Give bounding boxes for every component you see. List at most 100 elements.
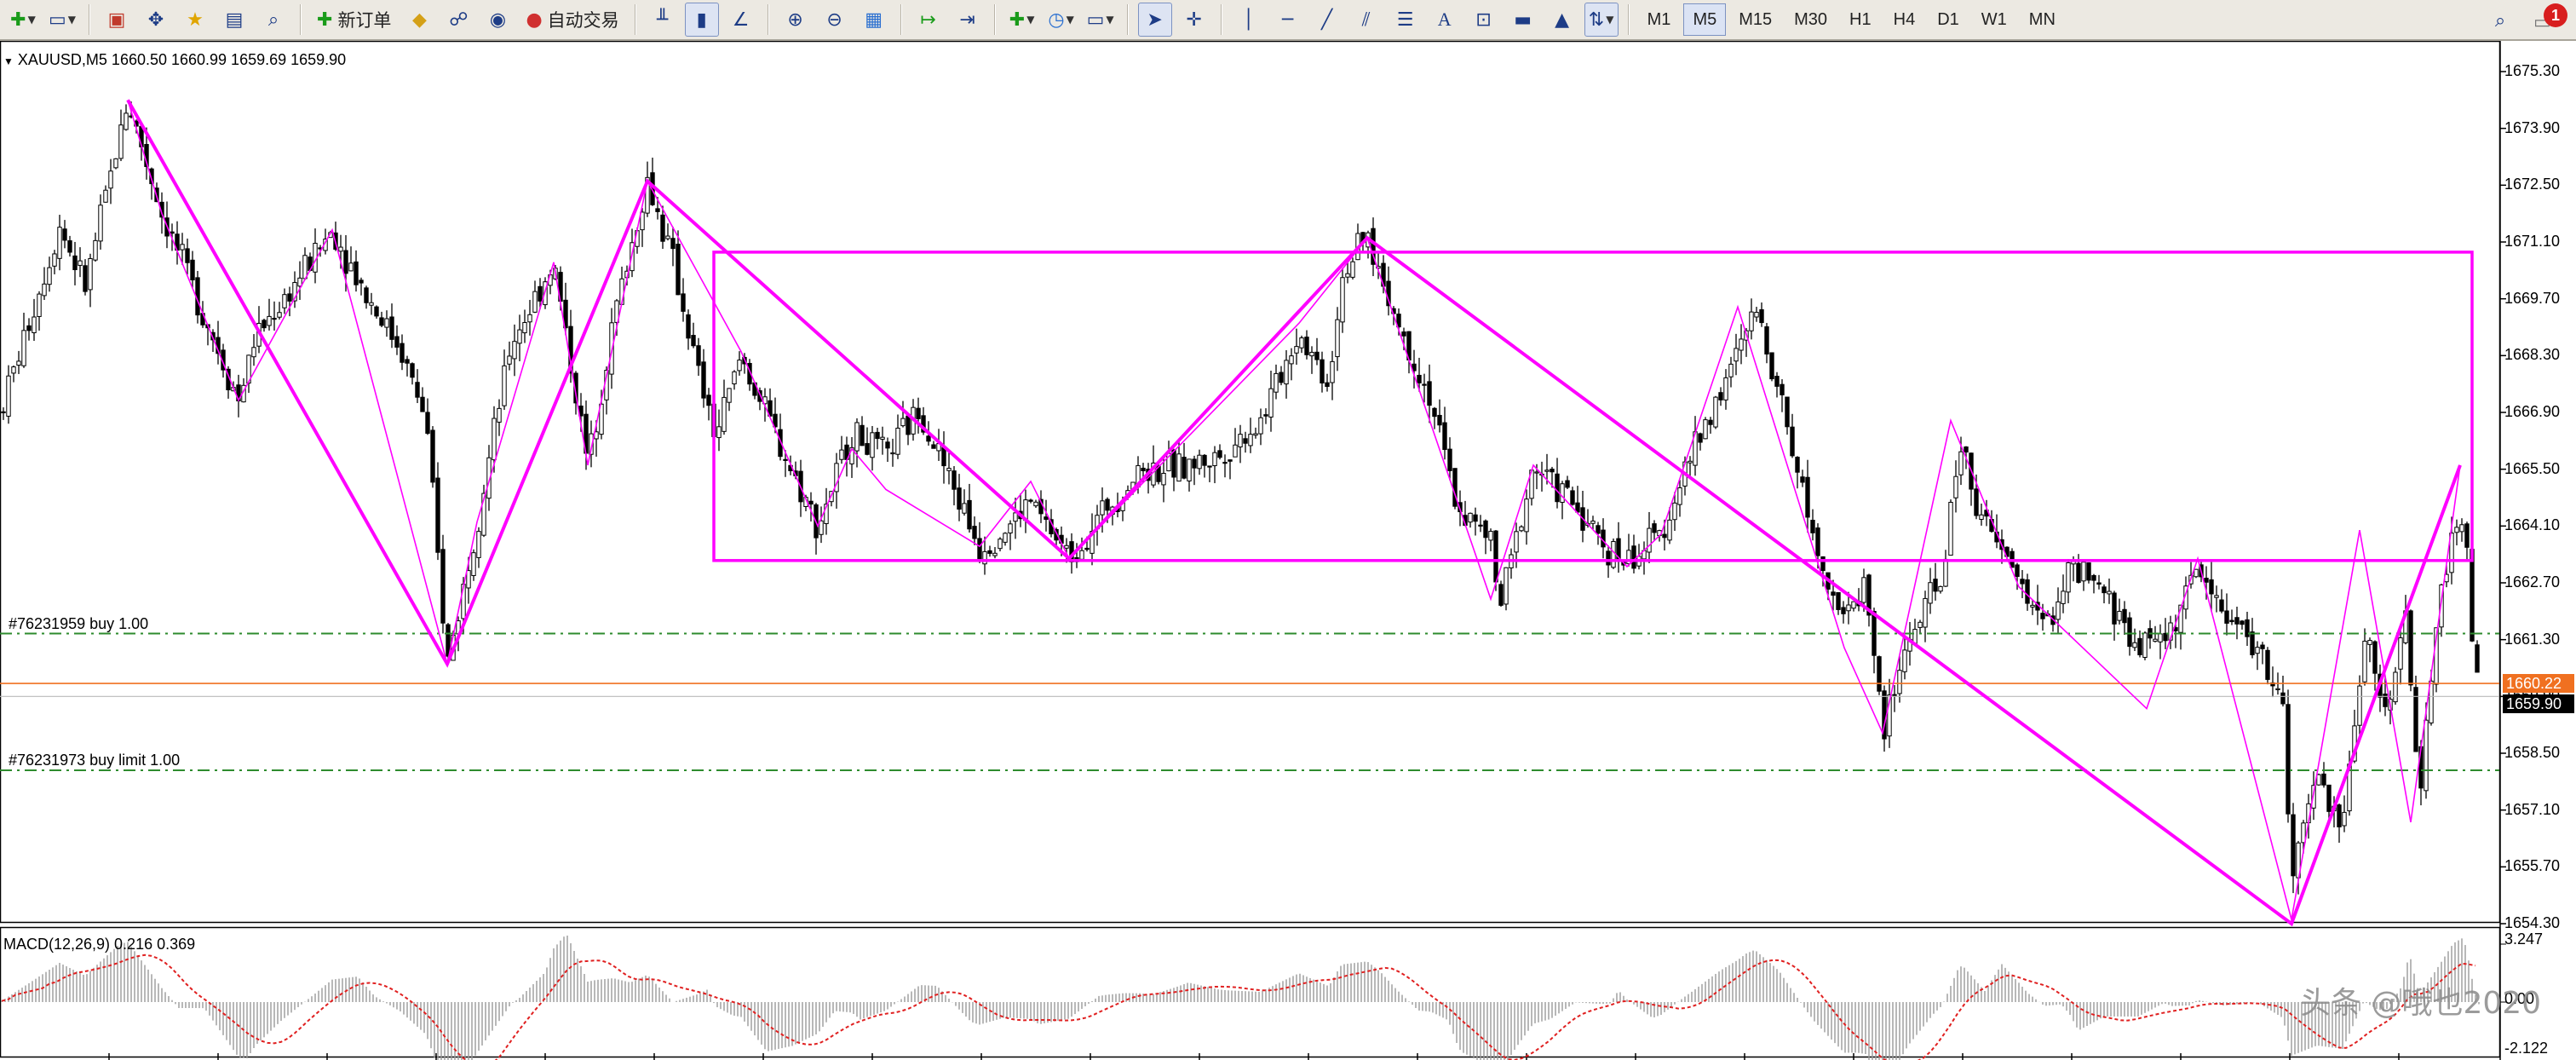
candlestick bbox=[1616, 521, 1621, 573]
terminal-button[interactable]: ▤ bbox=[217, 3, 251, 37]
auto-trading-button[interactable]: ● 自动交易 bbox=[520, 3, 624, 37]
candlestick bbox=[267, 298, 272, 331]
candle-body bbox=[2291, 814, 2296, 877]
line-chart-button[interactable]: ∠ bbox=[724, 3, 758, 37]
candlestick bbox=[1, 407, 6, 420]
candlestick bbox=[1422, 373, 1427, 403]
horizontal-line-button[interactable]: ─ bbox=[1271, 3, 1305, 37]
auto-scroll-button[interactable]: ↦ bbox=[911, 3, 946, 37]
candlestick bbox=[1509, 548, 1514, 579]
strategy-tester-button[interactable]: ⌕ bbox=[256, 3, 290, 37]
candle-body bbox=[1238, 434, 1243, 448]
candle-body bbox=[2204, 578, 2209, 583]
candle-body bbox=[26, 325, 32, 331]
timeframe-h1[interactable]: H1 bbox=[1840, 3, 1881, 36]
arrows-icon: ⇅ bbox=[1588, 9, 1605, 31]
candle-body bbox=[124, 112, 129, 130]
bar-chart-button[interactable]: ╨ bbox=[646, 3, 680, 37]
candle-body bbox=[1795, 457, 1800, 473]
timeframe-m30[interactable]: M30 bbox=[1785, 3, 1837, 36]
metaeditor-button[interactable]: ◆ bbox=[402, 3, 436, 37]
cursor-button[interactable]: ➤ bbox=[1137, 3, 1172, 37]
candlestick-button[interactable]: ▮ bbox=[684, 3, 719, 37]
chevron-down-icon: ▼ bbox=[1066, 14, 1074, 26]
candle-body bbox=[2158, 633, 2163, 642]
candle-body bbox=[1938, 585, 1943, 592]
candle-body bbox=[517, 329, 522, 344]
zoom-in-button[interactable]: ⊕ bbox=[779, 3, 813, 37]
candle-body bbox=[532, 291, 538, 313]
timeframe-h4[interactable]: H4 bbox=[1884, 3, 1925, 36]
candle-body bbox=[1953, 475, 1958, 498]
chart-window[interactable]: ▼ XAUUSD,M5 1660.50 1660.99 1659.69 1659… bbox=[0, 41, 2576, 1060]
drawn-objects[interactable] bbox=[0, 99, 2499, 927]
candle-body bbox=[681, 293, 686, 312]
text-button[interactable]: A bbox=[1428, 3, 1462, 37]
templates-button[interactable]: ▭ ▼ bbox=[1084, 3, 1118, 37]
text-label-button[interactable]: ⊡ bbox=[1467, 3, 1501, 37]
candlestick bbox=[2265, 647, 2270, 685]
candlestick bbox=[1979, 504, 1984, 526]
timeframe-m5[interactable]: M5 bbox=[1683, 3, 1727, 36]
candlestick bbox=[2464, 521, 2470, 560]
notifications-button[interactable]: ▭ 1 bbox=[2533, 3, 2567, 37]
candlestick bbox=[895, 414, 900, 459]
candlestick bbox=[1764, 323, 1769, 364]
candle-body bbox=[660, 214, 665, 242]
chart-shift-button[interactable]: ⇥ bbox=[951, 3, 985, 37]
candle-body bbox=[890, 452, 895, 455]
search-button[interactable]: ⌕ bbox=[2483, 3, 2517, 37]
candlestick bbox=[681, 278, 686, 322]
candle-body bbox=[410, 363, 415, 378]
candle-body bbox=[98, 205, 103, 242]
candlestick bbox=[185, 239, 190, 275]
candlestick bbox=[93, 232, 98, 262]
trendline-button[interactable]: ╱ bbox=[1310, 3, 1344, 37]
profiles-button[interactable]: ▭ ▼ bbox=[45, 3, 79, 37]
candle-body bbox=[2102, 586, 2107, 594]
candlestick bbox=[1437, 399, 1442, 433]
vertical-line-button[interactable]: │ bbox=[1232, 3, 1266, 37]
fibonacci-button[interactable]: ☰ bbox=[1389, 3, 1423, 37]
order-label: #76231973 buy limit 1.00 bbox=[9, 752, 181, 769]
candle-body bbox=[2408, 610, 2413, 686]
candle-body bbox=[37, 293, 42, 317]
timeframe-d1[interactable]: D1 bbox=[1928, 3, 1969, 36]
candlestick bbox=[1565, 475, 1570, 489]
price-chart[interactable] bbox=[0, 41, 2576, 1060]
triangle-button[interactable]: ▲ bbox=[1545, 3, 1579, 37]
equidistant-channel-button[interactable]: ⫽ bbox=[1349, 3, 1383, 37]
navigator-button[interactable]: ★ bbox=[178, 3, 212, 37]
candlestick bbox=[1519, 525, 1524, 533]
candlestick bbox=[716, 409, 722, 452]
candlestick bbox=[1647, 511, 1652, 564]
crosshair-button[interactable]: ✛ bbox=[1177, 3, 1211, 37]
candle-body bbox=[1688, 460, 1693, 464]
indicators-button[interactable]: ✚ ▼ bbox=[1005, 3, 1039, 37]
timeframe-mn[interactable]: MN bbox=[2020, 3, 2065, 36]
auto-scroll-icon: ↦ bbox=[920, 9, 936, 31]
candle-body bbox=[926, 435, 931, 442]
new-order-button[interactable]: ✚ 新订单 bbox=[311, 3, 397, 37]
rectangle-button[interactable]: ▬ bbox=[1506, 3, 1540, 37]
zoom-out-button[interactable]: ⊖ bbox=[818, 3, 852, 37]
timeframe-m15[interactable]: M15 bbox=[1729, 3, 1781, 36]
market-watch-button[interactable]: ▣ bbox=[100, 3, 134, 37]
current-price-tag: 1659.90 bbox=[2503, 694, 2574, 714]
candlestick bbox=[1718, 387, 1723, 406]
candle-body bbox=[1652, 523, 1657, 533]
candle-body bbox=[2234, 617, 2240, 625]
timeframe-w1[interactable]: W1 bbox=[1972, 3, 2016, 36]
candlestick bbox=[1907, 622, 1912, 666]
tile-windows-button[interactable]: ▦ bbox=[857, 3, 891, 37]
zoom-in-icon: ⊕ bbox=[787, 9, 803, 31]
data-window-button[interactable]: ✥ bbox=[139, 3, 173, 37]
new-chart-button[interactable]: ✚ ▼ bbox=[6, 3, 40, 37]
arrows-button[interactable]: ⇅ ▼ bbox=[1584, 3, 1619, 37]
periods-button[interactable]: ◷ ▼ bbox=[1044, 3, 1078, 37]
candle-body bbox=[1570, 490, 1575, 505]
candle-body bbox=[946, 468, 952, 471]
timeframe-m1[interactable]: M1 bbox=[1638, 3, 1681, 36]
signals-button[interactable]: ☍ bbox=[441, 3, 475, 37]
market-button[interactable]: ◉ bbox=[480, 3, 515, 37]
